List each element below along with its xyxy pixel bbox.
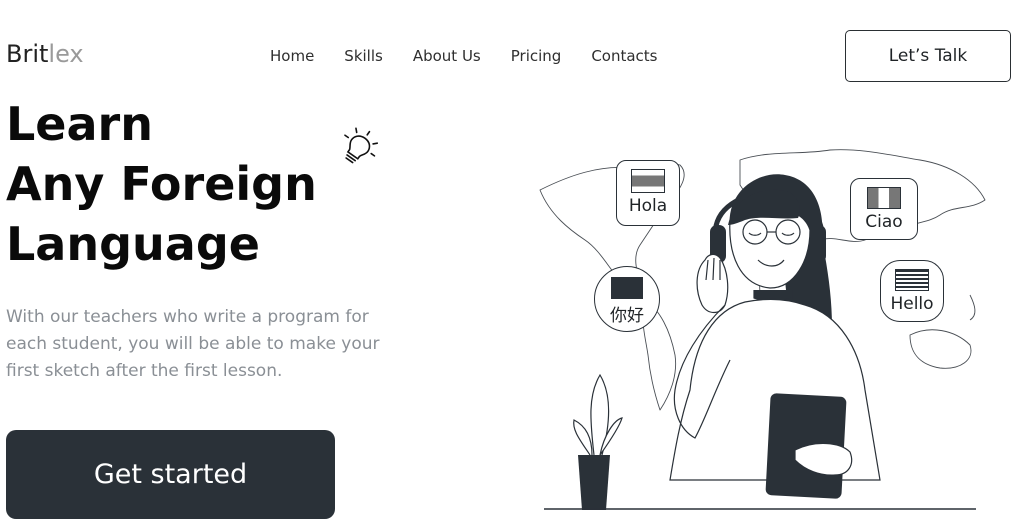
lets-talk-button[interactable]: Let’s Talk (845, 30, 1011, 82)
bubble-ciao-text: Ciao (865, 212, 903, 232)
bubble-hola: Hola (616, 160, 680, 226)
nav-item-about-us[interactable]: About Us (413, 47, 481, 65)
brand-name-part1: Brit (6, 40, 49, 68)
nav-item-pricing[interactable]: Pricing (511, 47, 562, 65)
brand-name-part2: lex (48, 40, 84, 68)
flag-usa-icon (895, 269, 929, 291)
bubble-hello: Hello (880, 260, 944, 322)
bubble-ciao: Ciao (850, 178, 918, 240)
nav-item-contacts[interactable]: Contacts (591, 47, 657, 65)
lightbulb-icon (344, 127, 379, 164)
brand-logo[interactable]: Britlex (6, 40, 84, 68)
hero-title-line-2: Any Foreign (6, 157, 317, 211)
nav-item-home[interactable]: Home (270, 47, 314, 65)
main-nav: Home Skills About Us Pricing Contacts (270, 47, 688, 65)
flag-china-icon (611, 277, 643, 299)
hero-title-line-3: Language (6, 217, 260, 271)
bubble-nihao-text: 你好 (610, 306, 644, 326)
hero-title: Learn Any Foreign Language (6, 94, 317, 274)
bubble-nihao: 你好 (594, 266, 660, 332)
hero-subtitle: With our teachers who write a program fo… (6, 307, 380, 381)
hero-title-line-1: Learn (6, 97, 153, 151)
get-started-button[interactable]: Get started (6, 430, 335, 519)
bubble-hello-text: Hello (890, 294, 934, 314)
flag-italy-icon (867, 187, 901, 209)
nav-item-skills[interactable]: Skills (344, 47, 383, 65)
bubble-hola-text: Hola (628, 196, 668, 216)
flag-spain-icon (631, 169, 665, 193)
